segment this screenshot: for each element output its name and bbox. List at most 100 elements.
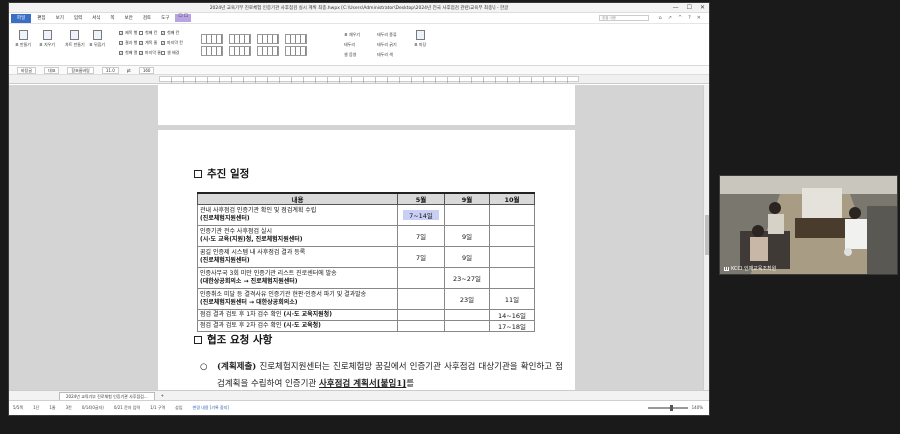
ribbon-border-type[interactable]: 테두리 종류	[377, 32, 397, 38]
close-doc-icon[interactable]: ✕	[697, 15, 701, 21]
cell-oct[interactable]: 11일	[489, 288, 535, 310]
check-last-col[interactable]: 첫째 칸	[139, 30, 157, 36]
participant-video[interactable]: KCCI 인재교육조최원	[719, 175, 898, 275]
ribbon-border-weight[interactable]: 테두리 굵기	[377, 42, 397, 48]
vertical-scrollbar[interactable]	[703, 85, 709, 390]
table-delete-button[interactable]: 표 지우기	[39, 30, 55, 48]
zoom-slider-knob[interactable]	[669, 404, 673, 411]
cell-sep[interactable]	[444, 309, 490, 321]
unit-label: pt	[126, 67, 131, 73]
table-row: 인증사무국 3회 미만 인증기관 리스트 진로센터에 발송 (대한상공회의소 → …	[197, 267, 535, 289]
cell-sep[interactable]	[444, 320, 490, 332]
table-style-2[interactable]	[229, 34, 251, 44]
table-flip-button[interactable]: 표 뒤집기	[89, 30, 105, 48]
share-icon[interactable]: ↗	[668, 15, 672, 21]
help-icon[interactable]: ?	[688, 15, 691, 21]
collapse-ribbon-icon[interactable]: ^	[678, 15, 682, 21]
ribbon-fill-button[interactable]: 표 채우기	[344, 32, 360, 38]
maximize-button[interactable]: ☐	[687, 4, 692, 12]
font-size-select[interactable]: 11.0	[101, 66, 119, 74]
table-make-button[interactable]: 표 만들기	[15, 30, 31, 48]
menu-file[interactable]: 파일	[11, 13, 32, 23]
cell-sep[interactable]: 23일	[444, 288, 490, 310]
menu-review[interactable]: 검토	[139, 15, 155, 21]
cell-description[interactable]: 인증사무국 3회 미만 인증기관 리스트 진로센터에 발송 (대한상공회의소 → …	[197, 267, 398, 289]
ribbon-border-button[interactable]: 테두리	[344, 42, 355, 48]
table-style-3[interactable]	[257, 34, 279, 44]
menu-page[interactable]: 쪽	[106, 15, 118, 21]
check-title-line[interactable]: ✓ 계목 줄	[139, 40, 157, 46]
add-tab-button[interactable]: +	[161, 393, 164, 398]
cell-may[interactable]: 7~14일	[397, 204, 445, 226]
cell-description[interactable]: 점검 결과 검토 후 1차 검수 확인 (시·도 교육지원청)	[197, 309, 398, 321]
cell-description[interactable]: 관내 사후점검 인증기관 확인 및 점검계획 수립 (진로체험지원센터)	[197, 204, 398, 226]
cell-description[interactable]: 인증취소 미달 등 결격사유 인증기관 현판·인증서 파기 및 결과발송 (진로체…	[197, 288, 398, 310]
cell-description[interactable]: 점검 결과 검토 후 2차 검수 확인 (시·도 교육청)	[197, 320, 398, 332]
style-select[interactable]: 바탕글	[17, 66, 37, 74]
zoom-slider[interactable]	[647, 404, 688, 411]
zoom-level[interactable]: 140%	[692, 405, 703, 410]
cell-may[interactable]: 7일	[397, 246, 445, 268]
table-row: 인증기관 전수 사후점검 실시 (시·도 교육(지원)청, 진로체험지원센터) 7…	[197, 225, 535, 247]
check-last-cell[interactable]: ✓ 마지막 칸	[161, 40, 183, 46]
schedule-table[interactable]: 내용 5월 9월 10월 관내 사후점검 인증기관 확인 및 점검계획 수립 (진…	[197, 192, 535, 332]
status-track-changes[interactable]: 변경 내용 [기록 중지]	[193, 405, 229, 411]
cell-sep[interactable]: 9일	[444, 225, 490, 247]
statusbar: 5/5쪽 1단 1줄 3칸 0/14(0글자) 0/21 문자 입력 1/1 구…	[9, 400, 709, 415]
window-title: 2024년 교육기부 진로체험 인증기관 사후점검 실시 계획 최종.hwpx …	[209, 5, 509, 11]
close-button[interactable]: ✕	[700, 4, 705, 12]
cell-oct[interactable]	[489, 225, 535, 247]
cell-oct[interactable]: 14~16일	[489, 309, 535, 321]
cell-sep[interactable]	[444, 204, 490, 226]
cell-oct[interactable]	[489, 246, 535, 268]
cell-oct[interactable]	[489, 267, 535, 289]
check-last-line[interactable]: ✓ 마지막 줄	[139, 50, 161, 56]
ribbon-shade-button[interactable]: 셀 음영	[344, 52, 356, 58]
menu-insert[interactable]: 입력	[70, 15, 86, 21]
cell-may[interactable]	[397, 288, 445, 310]
check-result-row[interactable]: ✓ 결과 행	[119, 40, 137, 46]
lang-select[interactable]: 대표	[44, 66, 60, 74]
table-style-8[interactable]	[285, 46, 307, 56]
table-style-4[interactable]	[285, 34, 307, 44]
bullet-paragraph[interactable]: ○ (계획제출) 진로체험지원센터는 진로체험망 꿈길에서 인증기관 사후점검 …	[200, 359, 563, 390]
search-input[interactable]: 찾을 내용	[599, 15, 649, 21]
minimize-button[interactable]: —	[673, 4, 679, 12]
tab-document[interactable]: 2024년 교육기부 진로체험 인증기관 사후점검...	[59, 391, 155, 400]
table-yard-button[interactable]: 표 마당	[414, 30, 426, 48]
menubar-right-icons: ⌂ ↗ ^ ? ✕	[659, 15, 701, 21]
ribbon-border-color[interactable]: 테두리 색	[377, 52, 393, 58]
zoom-select[interactable]: 160	[138, 66, 155, 74]
cell-may[interactable]: 7일	[397, 225, 445, 247]
home-icon[interactable]: ⌂	[659, 15, 662, 21]
status-insert-mode[interactable]: 삽입	[175, 405, 182, 411]
scrollbar-thumb[interactable]	[705, 215, 709, 255]
table-style-5[interactable]	[201, 46, 223, 56]
cell-may[interactable]	[397, 320, 445, 332]
cell-description[interactable]: 인증기관 전수 사후점검 실시 (시·도 교육(지원)청, 진로체험지원센터)	[197, 225, 398, 247]
cell-oct[interactable]	[489, 204, 535, 226]
document-page[interactable]: 추진 일정 내용 5월 9월 10월 관내 사후점검 인증기관 확인 및 점검계…	[158, 130, 575, 390]
table-style-1[interactable]	[201, 34, 223, 44]
menu-view[interactable]: 보기	[52, 15, 68, 21]
cell-oct[interactable]: 17~18일	[489, 320, 535, 332]
menu-format[interactable]: 서식	[88, 15, 104, 21]
cell-description[interactable]: 꿈길 인증제 시스템 내 사후점검 결과 등록 (진로체험지원센터)	[197, 246, 398, 268]
check-header-row[interactable]: ✓ 제목 행	[119, 30, 137, 36]
cell-sep[interactable]: 9일	[444, 246, 490, 268]
cell-may[interactable]	[397, 309, 445, 321]
menu-edit[interactable]: 편집	[33, 15, 49, 21]
check-shading[interactable]: 셀 배경	[161, 50, 179, 56]
table-context-tab[interactable]: ☐ ☐	[175, 14, 191, 22]
cell-sep[interactable]: 23~27일	[444, 267, 490, 289]
chart-make-button[interactable]: 차트 만들기	[65, 30, 85, 48]
cell-may[interactable]	[397, 267, 445, 289]
font-select[interactable]: 함초롬바탕	[67, 66, 94, 74]
check-first-col[interactable]: ✓ 첫째 열	[119, 50, 137, 56]
table-style-7[interactable]	[257, 46, 279, 56]
menu-tools[interactable]: 도구	[157, 15, 173, 21]
menu-security[interactable]: 보안	[121, 15, 137, 21]
check-first-cell[interactable]: ✓ 첫째 칸	[161, 30, 179, 36]
table-style-6[interactable]	[229, 46, 251, 56]
document-area[interactable]: 추진 일정 내용 5월 9월 10월 관내 사후점검 인증기관 확인 및 점검계…	[9, 85, 709, 390]
